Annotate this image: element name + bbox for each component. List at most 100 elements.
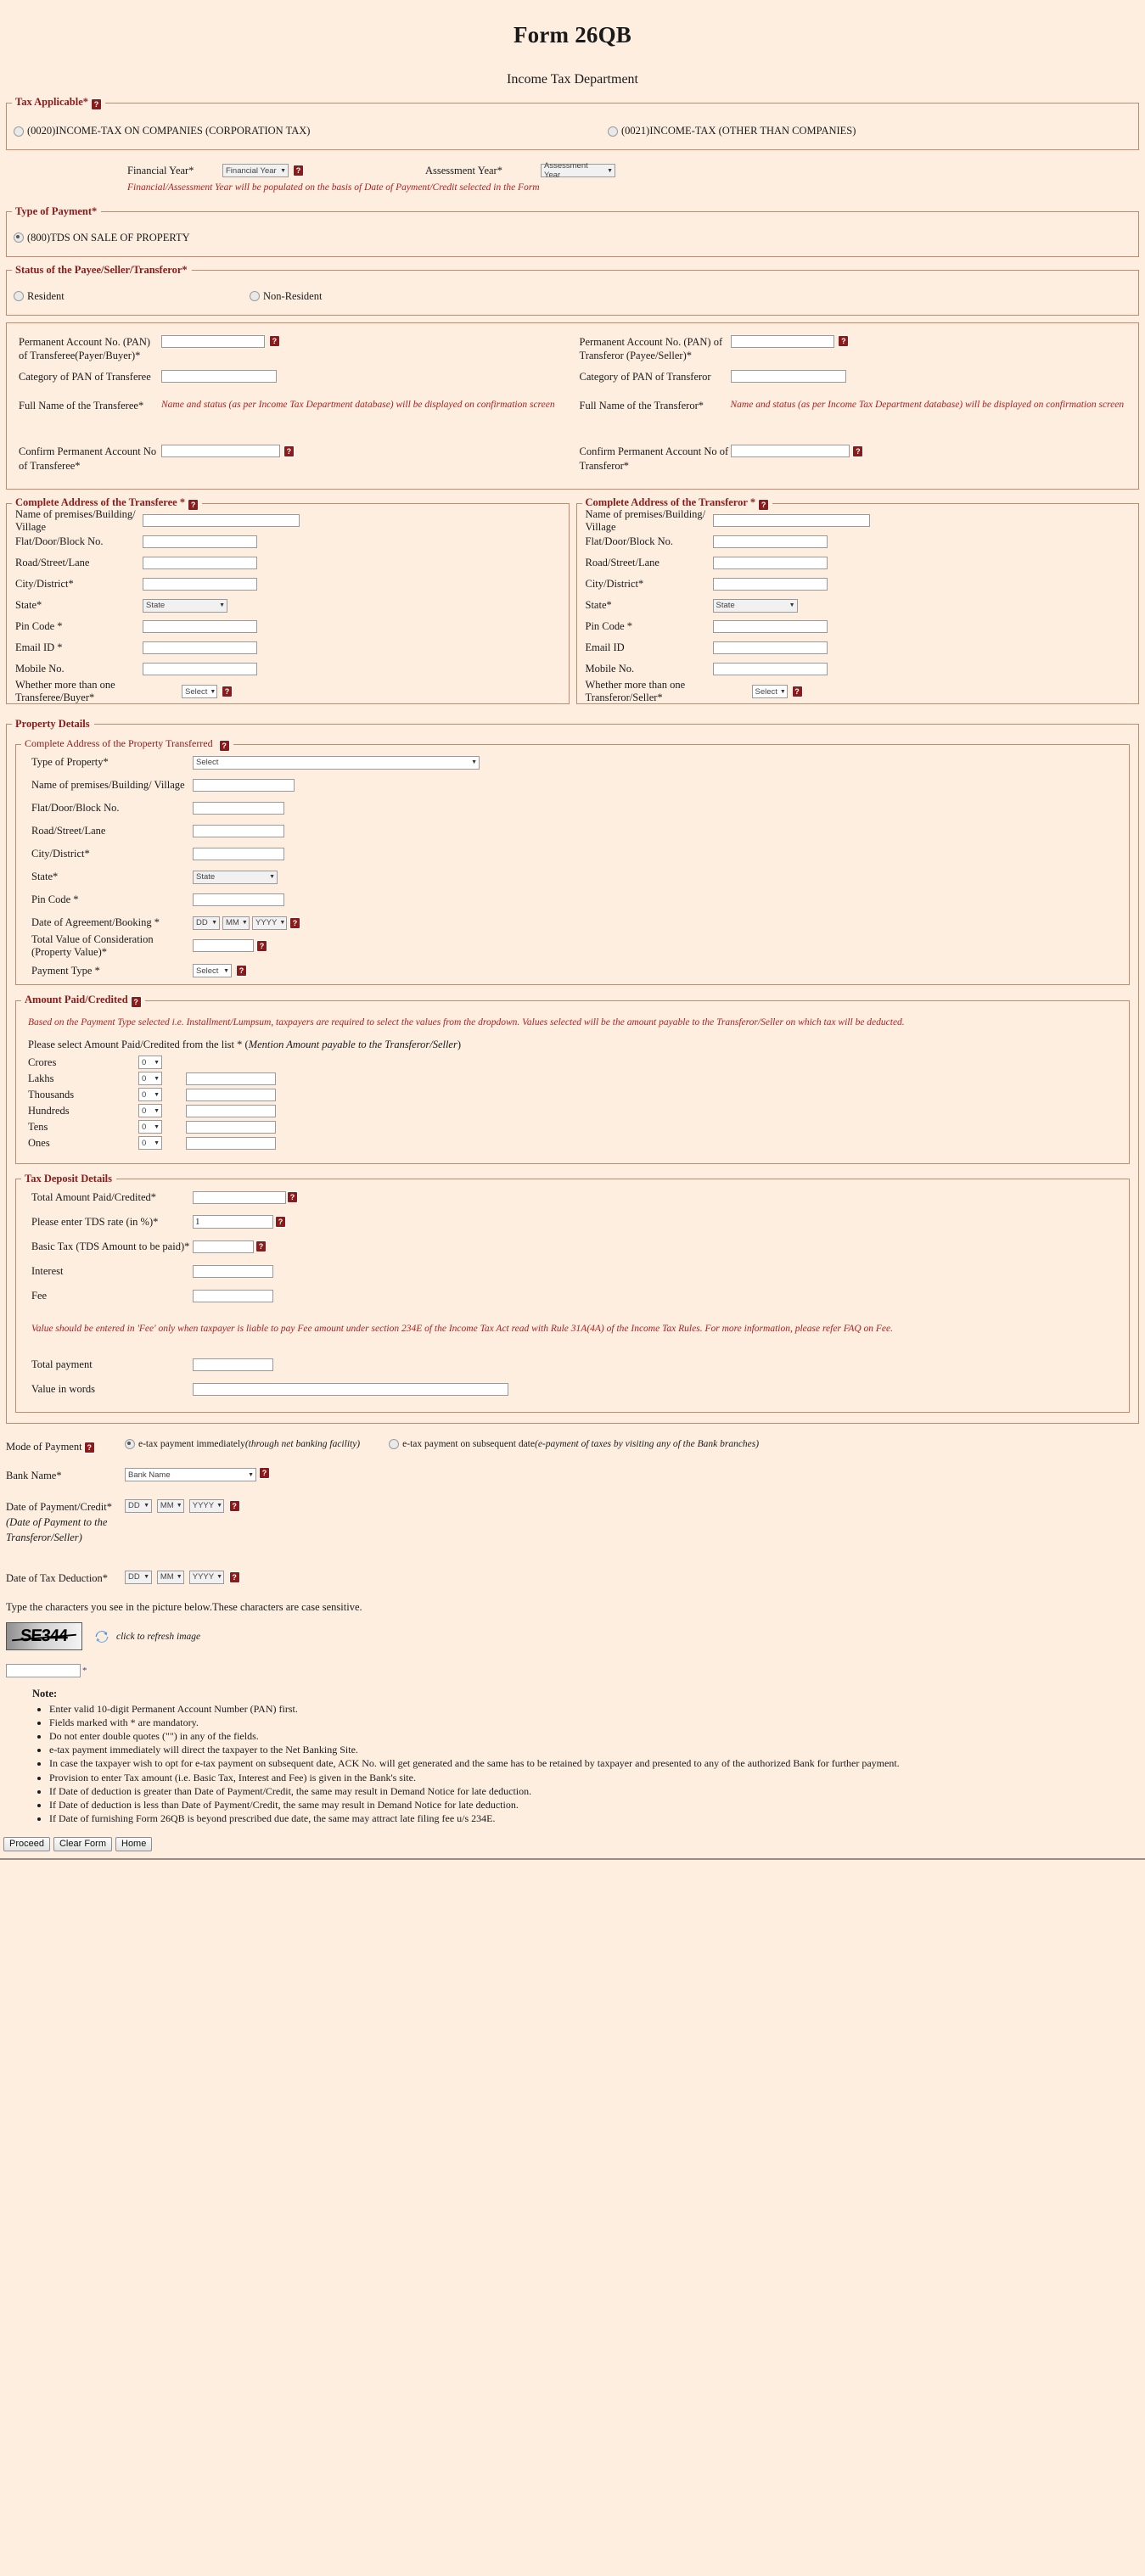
- state-select[interactable]: State ▼: [193, 870, 278, 884]
- city-input[interactable]: [712, 578, 828, 591]
- ones-input[interactable]: [186, 1136, 276, 1150]
- payment-year-select[interactable]: YYYY ▼: [188, 1498, 224, 1513]
- ones-select[interactable]: 0 ▼: [138, 1136, 162, 1151]
- tens-select[interactable]: 0 ▼: [138, 1120, 162, 1134]
- flat-input[interactable]: [712, 535, 828, 549]
- question-icon[interactable]: ?: [237, 966, 246, 977]
- value-in-words-input[interactable]: [193, 1383, 508, 1397]
- question-icon[interactable]: ?: [839, 336, 849, 347]
- pan-transferor-input[interactable]: [730, 334, 834, 348]
- radio-tax-other-than-companies[interactable]: (0021)INCOME-TAX (OTHER THAN COMPANIES): [608, 125, 856, 137]
- question-icon[interactable]: ?: [219, 741, 229, 752]
- flat-input[interactable]: [193, 802, 284, 815]
- email-input[interactable]: [712, 641, 828, 655]
- pincode-input[interactable]: [143, 620, 257, 634]
- crores-select[interactable]: 0 ▼: [138, 1056, 162, 1070]
- radio-circle-icon[interactable]: [389, 1439, 400, 1450]
- question-icon[interactable]: ?: [222, 686, 232, 697]
- email-input[interactable]: [143, 641, 257, 655]
- city-input[interactable]: [143, 578, 257, 591]
- question-icon[interactable]: ?: [853, 445, 863, 456]
- deduction-day-select[interactable]: DD ▼: [125, 1570, 152, 1584]
- question-icon[interactable]: ?: [229, 1500, 239, 1511]
- mobile-input[interactable]: [712, 663, 828, 676]
- question-icon[interactable]: ?: [229, 1571, 239, 1582]
- date-agreement-month-select[interactable]: MM ▼: [222, 916, 250, 930]
- radio-etax-subsequent[interactable]: e-tax payment on subsequent date (e-paym…: [389, 1439, 759, 1450]
- premises-input[interactable]: [712, 514, 870, 528]
- question-icon[interactable]: ?: [283, 445, 294, 456]
- total-value-input[interactable]: [193, 939, 254, 953]
- multi-transferor-select[interactable]: Select ▼: [751, 685, 788, 699]
- thousands-input[interactable]: [186, 1088, 276, 1101]
- tens-input[interactable]: [186, 1120, 276, 1134]
- flat-input[interactable]: [143, 535, 257, 549]
- radio-circle-icon[interactable]: [250, 291, 260, 302]
- home-button[interactable]: Home: [115, 1836, 153, 1851]
- pan-transferee-confirm-input[interactable]: [161, 445, 280, 458]
- date-agreement-day-select[interactable]: DD ▼: [193, 916, 220, 930]
- state-select[interactable]: State ▼: [143, 598, 227, 613]
- mobile-input[interactable]: [143, 663, 257, 676]
- question-icon[interactable]: ?: [759, 500, 769, 511]
- hundreds-select[interactable]: 0 ▼: [138, 1104, 162, 1118]
- property-type-select[interactable]: Select ▼: [193, 755, 480, 770]
- question-icon[interactable]: ?: [290, 917, 300, 928]
- clear-form-button[interactable]: Clear Form: [53, 1836, 112, 1851]
- date-agreement-year-select[interactable]: YYYY ▼: [252, 916, 287, 930]
- city-input[interactable]: [193, 848, 284, 861]
- question-icon[interactable]: ?: [294, 165, 303, 176]
- financial-year-select[interactable]: Financial Year ▼: [222, 164, 289, 177]
- road-input[interactable]: [193, 825, 284, 838]
- radio-circle-icon[interactable]: [125, 1439, 135, 1450]
- hundreds-input[interactable]: [186, 1104, 276, 1117]
- question-icon[interactable]: ?: [84, 1442, 94, 1453]
- radio-circle-icon[interactable]: [14, 291, 24, 302]
- premises-input[interactable]: [143, 514, 300, 528]
- pan-transferee-input[interactable]: [161, 334, 265, 348]
- question-icon[interactable]: ?: [260, 1468, 269, 1479]
- total-amount-paid-input[interactable]: [193, 1190, 286, 1204]
- premises-input[interactable]: [193, 779, 295, 792]
- payment-month-select[interactable]: MM ▼: [156, 1498, 184, 1513]
- question-icon[interactable]: ?: [257, 940, 267, 951]
- question-icon[interactable]: ?: [256, 1241, 266, 1252]
- fee-input[interactable]: [193, 1289, 273, 1302]
- question-icon[interactable]: ?: [92, 99, 102, 109]
- deduction-month-select[interactable]: MM ▼: [156, 1570, 184, 1584]
- radio-circle-icon[interactable]: [14, 232, 24, 244]
- radio-tds-sale-of-property[interactable]: (800)TDS ON SALE OF PROPERTY: [14, 232, 190, 244]
- pan-transferee-category-input[interactable]: [161, 370, 277, 384]
- lakhs-select[interactable]: 0 ▼: [138, 1072, 162, 1086]
- basic-tax-input[interactable]: [193, 1240, 254, 1253]
- radio-resident[interactable]: Resident: [14, 290, 250, 303]
- total-payment-input[interactable]: [193, 1358, 273, 1372]
- proceed-button[interactable]: Proceed: [3, 1836, 50, 1851]
- assessment-year-select[interactable]: Assessment Year ▼: [541, 161, 615, 180]
- interest-input[interactable]: [193, 1264, 273, 1278]
- pincode-input[interactable]: [193, 893, 284, 907]
- refresh-label[interactable]: click to refresh image: [116, 1632, 200, 1642]
- question-icon[interactable]: ?: [792, 686, 802, 697]
- pan-transferor-category-input[interactable]: [730, 370, 846, 384]
- pincode-input[interactable]: [712, 620, 828, 634]
- payment-day-select[interactable]: DD ▼: [125, 1498, 152, 1513]
- tds-rate-input[interactable]: 1: [193, 1215, 273, 1229]
- question-icon[interactable]: ?: [288, 1192, 297, 1203]
- lakhs-input[interactable]: [186, 1072, 276, 1085]
- radio-circle-icon[interactable]: [608, 126, 618, 137]
- question-icon[interactable]: ?: [276, 1217, 285, 1228]
- question-icon[interactable]: ?: [269, 336, 279, 347]
- question-icon[interactable]: ?: [131, 997, 141, 1008]
- thousands-select[interactable]: 0 ▼: [138, 1088, 162, 1102]
- radio-non-resident[interactable]: Non-Resident: [250, 290, 322, 303]
- radio-tax-corporation[interactable]: (0020)INCOME-TAX ON COMPANIES (CORPORATI…: [14, 125, 608, 137]
- deduction-year-select[interactable]: YYYY ▼: [188, 1570, 224, 1584]
- road-input[interactable]: [712, 557, 828, 570]
- radio-etax-immediate[interactable]: e-tax payment immediately (through net b…: [125, 1439, 360, 1450]
- pan-transferor-confirm-input[interactable]: [730, 445, 850, 458]
- refresh-icon[interactable]: [94, 1629, 109, 1644]
- question-icon[interactable]: ?: [188, 500, 199, 511]
- captcha-input[interactable]: [6, 1664, 81, 1678]
- road-input[interactable]: [143, 557, 257, 570]
